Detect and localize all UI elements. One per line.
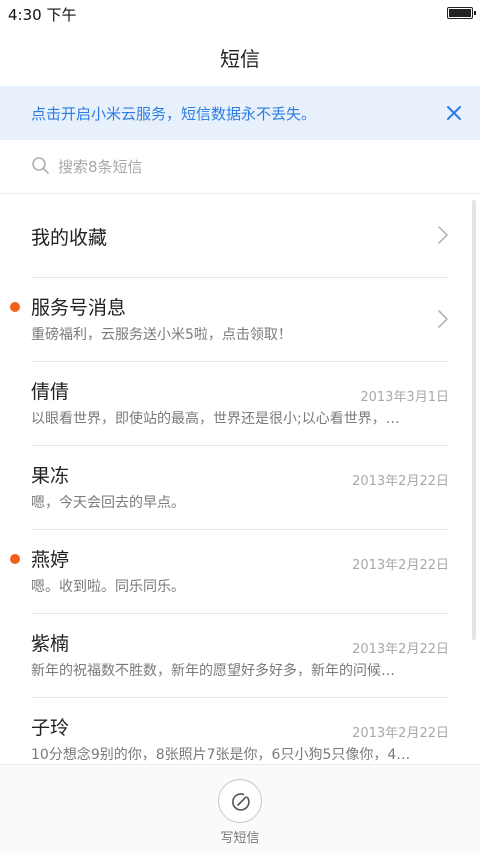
list-item-service-messages[interactable]: 服务号消息 重磅福利，云服务送小米5啦，点击领取！ <box>0 278 480 362</box>
scrollbar[interactable] <box>472 200 476 640</box>
conversation-date: 2013年2月22日 <box>352 474 449 489</box>
banner-text[interactable]: 点击开启小米云服务，短信数据永不丢失。 <box>31 103 316 124</box>
chevron-right-icon <box>438 226 448 244</box>
list-item-conversation[interactable]: 果冻 2013年2月22日 嗯，今天会回去的早点。 <box>0 446 480 530</box>
compose-label[interactable]: 写短信 <box>0 827 480 846</box>
conversation-date: 2013年3月1日 <box>360 390 449 405</box>
bottom-bar: 写短信 <box>0 764 480 853</box>
conversation-name: 果冻 <box>31 465 70 487</box>
status-time: 4:30 下午 <box>8 6 77 24</box>
message-preview: 嗯，今天会回去的早点。 <box>31 495 185 511</box>
message-preview: 以眼看世界，即使站的最高，世界还是很小;以心看世界，… <box>31 411 400 427</box>
unread-dot <box>10 302 20 312</box>
status-bar: 4:30 下午 <box>0 0 480 28</box>
cloud-service-banner[interactable]: 点击开启小米云服务，短信数据永不丢失。 <box>0 86 480 140</box>
conversation-name: 紫楠 <box>31 633 70 655</box>
conversation-name: 服务号消息 <box>31 297 127 319</box>
search-bar[interactable] <box>0 140 480 194</box>
conversation-date: 2013年2月22日 <box>352 642 449 657</box>
unread-dot <box>10 554 20 564</box>
title-bar: 短信 <box>0 28 480 86</box>
conversation-name: 倩倩 <box>31 381 70 403</box>
list-item-conversation[interactable]: 燕婷 2013年2月22日 嗯。收到啦。同乐同乐。 <box>0 530 480 614</box>
battery-icon <box>447 7 476 19</box>
list-item-favorites[interactable]: 我的收藏 <box>0 194 480 278</box>
compose-icon <box>232 793 250 811</box>
message-preview: 重磅福利，云服务送小米5啦，点击领取！ <box>31 327 292 343</box>
close-icon[interactable] <box>442 101 466 125</box>
list-item-conversation[interactable]: 倩倩 2013年3月1日 以眼看世界，即使站的最高，世界还是很小;以心看世界，… <box>0 362 480 446</box>
message-preview: 嗯。收到啦。同乐同乐。 <box>31 579 185 595</box>
compose-button[interactable] <box>218 779 262 823</box>
chevron-right-icon <box>438 310 448 328</box>
conversation-date: 2013年2月22日 <box>352 558 449 573</box>
search-icon <box>32 157 49 174</box>
page-title: 短信 <box>220 46 260 71</box>
message-preview: 新年的祝福数不胜数，新年的愿望好多好多，新年的问候… <box>31 663 395 679</box>
message-preview: 10分想念9别的你，8张照片7张是你，6只小狗5只像你，4… <box>31 747 411 763</box>
list-item-conversation[interactable]: 紫楠 2013年2月22日 新年的祝福数不胜数，新年的愿望好多好多，新年的问候… <box>0 614 480 698</box>
conversation-name: 我的收藏 <box>31 227 108 249</box>
conversation-date: 2013年2月22日 <box>352 726 449 741</box>
conversation-name: 子玲 <box>31 717 70 739</box>
conversation-name: 燕婷 <box>31 549 70 571</box>
conversation-list[interactable]: 我的收藏 服务号消息 重磅福利，云服务送小米5啦，点击领取！ 倩倩 2013年3… <box>0 194 480 764</box>
list-item-conversation[interactable]: 子玲 2013年2月22日 10分想念9别的你，8张照片7张是你，6只小狗5只像… <box>0 698 480 764</box>
search-input[interactable] <box>58 140 460 193</box>
